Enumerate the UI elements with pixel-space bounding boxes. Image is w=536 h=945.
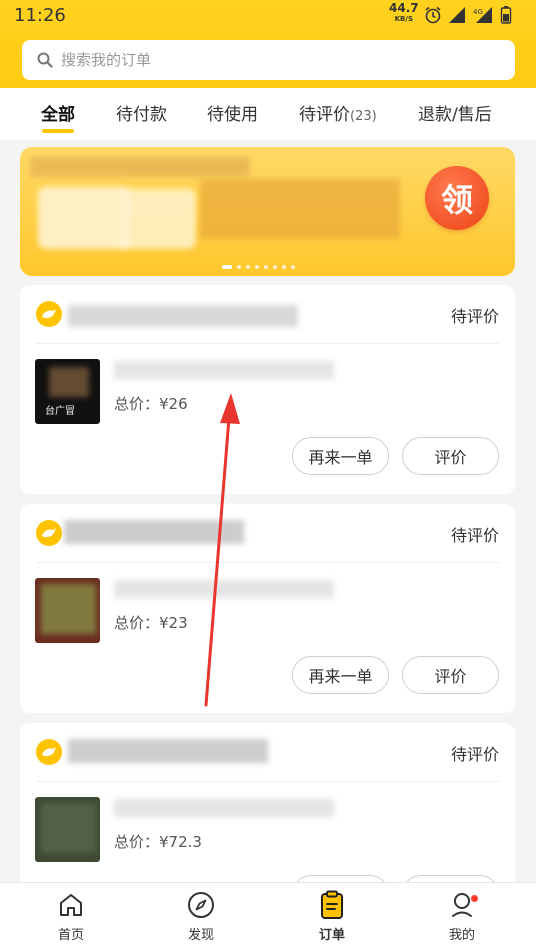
svg-text:4G: 4G	[473, 8, 483, 16]
banner-blurred-text	[30, 157, 250, 177]
claim-coupon-button[interactable]: 领	[425, 166, 489, 230]
reorder-button[interactable]: 再来一单	[292, 437, 389, 475]
divider	[36, 343, 499, 344]
status-bar: 11:26 44.7 KB/S 4G	[0, 0, 536, 32]
pagination-dot	[282, 265, 286, 269]
tab-active-indicator	[42, 129, 74, 133]
banner-pagination	[222, 265, 295, 269]
shop-name-blurred	[68, 305, 298, 327]
product-name-blurred	[114, 799, 334, 817]
pagination-dot	[237, 265, 241, 269]
home-icon	[36, 889, 106, 921]
compass-icon	[166, 889, 236, 921]
divider	[36, 562, 499, 563]
order-status: 待评价	[450, 307, 499, 326]
battery-icon	[500, 6, 512, 24]
signal-4g-icon: 4G	[473, 7, 492, 23]
shop-name-blurred	[68, 739, 268, 763]
nav-orders[interactable]: 订单	[297, 889, 367, 943]
pagination-dot	[264, 265, 268, 269]
status-icons: 4G	[424, 6, 512, 24]
user-icon	[427, 889, 497, 921]
signal-icon	[449, 7, 465, 23]
review-button[interactable]: 评价	[402, 437, 499, 475]
tab-pending-payment[interactable]: 待付款	[116, 100, 167, 125]
pagination-dot	[273, 265, 277, 269]
banner-blurred-graphic	[118, 189, 196, 249]
network-speed: 44.7 KB/S	[389, 1, 419, 23]
banner-blurred-graphic	[38, 187, 130, 249]
notification-badge	[471, 895, 478, 902]
nav-discover[interactable]: 发现	[166, 889, 236, 943]
product-name-blurred	[114, 580, 334, 598]
search-bar[interactable]	[22, 40, 515, 80]
tab-count-badge: (23)	[350, 109, 377, 124]
header: 11:26 44.7 KB/S 4G	[0, 0, 536, 88]
order-card[interactable]: 待评价 台广冒 总价：¥26 再来一单 评价	[20, 285, 515, 494]
nav-home[interactable]: 首页	[36, 889, 106, 943]
tab-to-review[interactable]: 待评价(23)	[299, 100, 377, 125]
shop-icon	[36, 520, 62, 546]
review-button[interactable]: 评价	[402, 656, 499, 694]
tab-to-use[interactable]: 待使用	[207, 100, 258, 125]
nav-me[interactable]: 我的	[427, 889, 497, 943]
order-tabs: 全部 待付款 待使用 待评价(23) 退款/售后	[0, 88, 536, 140]
search-input[interactable]	[61, 51, 461, 69]
order-total: 总价：¥26	[114, 395, 188, 413]
pagination-dot	[246, 265, 250, 269]
pagination-dot	[222, 265, 232, 269]
bottom-nav: 首页 发现 订单 我的	[0, 882, 536, 945]
tab-all[interactable]: 全部	[41, 100, 75, 125]
reorder-button[interactable]: 再来一单	[292, 656, 389, 694]
banner-blurred-text	[200, 179, 400, 239]
product-thumbnail	[35, 578, 100, 643]
status-time: 11:26	[14, 5, 66, 26]
shop-name-blurred	[64, 520, 244, 544]
product-thumbnail: 台广冒	[35, 359, 100, 424]
order-status: 待评价	[450, 745, 499, 764]
order-card[interactable]: 待评价 总价：¥23 再来一单 评价	[20, 504, 515, 713]
tab-refund[interactable]: 退款/售后	[418, 100, 492, 125]
clipboard-icon	[297, 889, 367, 921]
pagination-dot	[255, 265, 259, 269]
order-status: 待评价	[450, 526, 499, 545]
order-total: 总价：¥72.3	[114, 833, 202, 851]
pagination-dot	[291, 265, 295, 269]
product-thumbnail	[35, 797, 100, 862]
order-total: 总价：¥23	[114, 614, 188, 632]
thumbnail-caption: 台广冒	[45, 406, 75, 417]
divider	[36, 781, 499, 782]
shop-icon	[36, 739, 62, 765]
shop-icon	[36, 301, 62, 327]
alarm-icon	[425, 6, 441, 24]
product-name-blurred	[114, 361, 334, 379]
search-icon	[37, 52, 53, 68]
